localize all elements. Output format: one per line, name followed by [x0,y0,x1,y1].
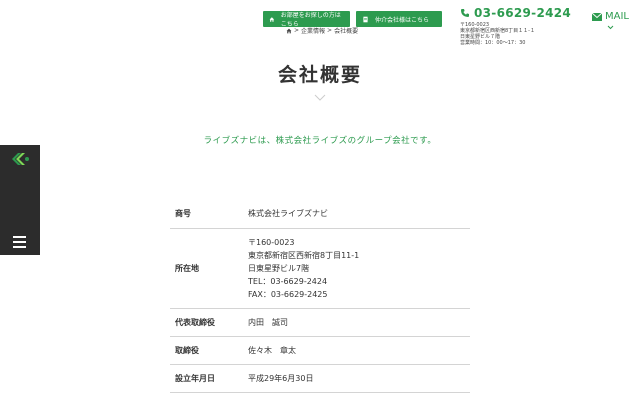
table-row: 取締役 佐々木 章太 [170,336,470,365]
phone-number-text: 03-6629-2424 [474,6,572,20]
row-label: 商号 [170,200,248,229]
business-hours: 営業時間：10：00〜17：30 [460,40,526,46]
mail-icon [592,12,602,21]
chevron-down-icon [314,94,326,101]
breadcrumb: > 企業情報 > 会社概要 [286,26,358,35]
table-row: 代表取締役 内田 誠司 [170,308,470,337]
document-icon [363,16,368,22]
breadcrumb-item-overview: 会社概要 [334,28,359,35]
address-values: 〒160-0023 東京都新宿区西新宿8丁目11-1 日東星野ビル7階 TEL：… [248,228,470,309]
contact-info: 03-6629-2424 〒160-0023 東京都新宿区西新宿8丁目１１-１ … [460,6,571,46]
row-value: 佐々木 章太 [248,336,470,365]
realtor-button-label: 仲介会社様はこちら [375,16,430,24]
fax-line: FAX：03-6629-2425 [248,289,328,299]
tel-line: TEL：03-6629-2424 [248,276,328,286]
realtor-button[interactable]: 仲介会社様はこちら [356,11,442,27]
mail-button[interactable]: MAIL [592,11,629,30]
address-line: 東京都新宿区西新宿8丁目11-1 [248,250,360,260]
row-label: 設立年月日 [170,364,248,393]
phone-number[interactable]: 03-6629-2424 [460,6,571,20]
table-row: 設立年月日 平成29年6月30日 [170,364,470,393]
room-search-button[interactable]: お部屋をお探しの方はこちら [263,11,350,28]
home-icon [269,16,275,22]
home-icon[interactable] [286,28,292,34]
row-label: 所在地 [170,228,248,309]
building-line: 日東星野ビル7階 [248,263,310,273]
phone-icon [461,9,469,17]
logo-icon[interactable] [12,153,30,165]
page-title: 会社概要 [277,64,362,86]
breadcrumb-item-company[interactable]: 企業情報 [301,26,325,35]
address-block: 〒160-0023 東京都新宿区西新宿8丁目１１-１ 日東星野ビル７階 営業時間… [460,22,571,46]
breadcrumb-separator: > [294,27,300,34]
row-label: 代表取締役 [170,308,248,337]
row-label: 取締役 [170,336,248,365]
row-value: 平成29年6月30日 [248,364,470,393]
chevron-down-icon [607,25,614,30]
table-row: 所在地 〒160-0023 東京都新宿区西新宿8丁目11-1 日東星野ビル7階 … [170,228,470,309]
hamburger-menu-icon[interactable] [13,236,26,251]
breadcrumb-separator: > [327,27,333,34]
mail-label: MAIL [605,11,629,22]
row-value: 内田 誠司 [248,308,470,337]
table-row: 商号 株式会社ライブズナビ [170,200,470,229]
postal-code: 〒160-0023 [248,237,295,247]
row-value: 株式会社ライブズナビ [248,200,470,229]
company-info-table: 商号 株式会社ライブズナビ 所在地 〒160-0023 東京都新宿区西新宿8丁目… [170,200,470,393]
intro-text: ライブズナビは、株式会社ライブズのグループ会社です。 [203,136,437,146]
